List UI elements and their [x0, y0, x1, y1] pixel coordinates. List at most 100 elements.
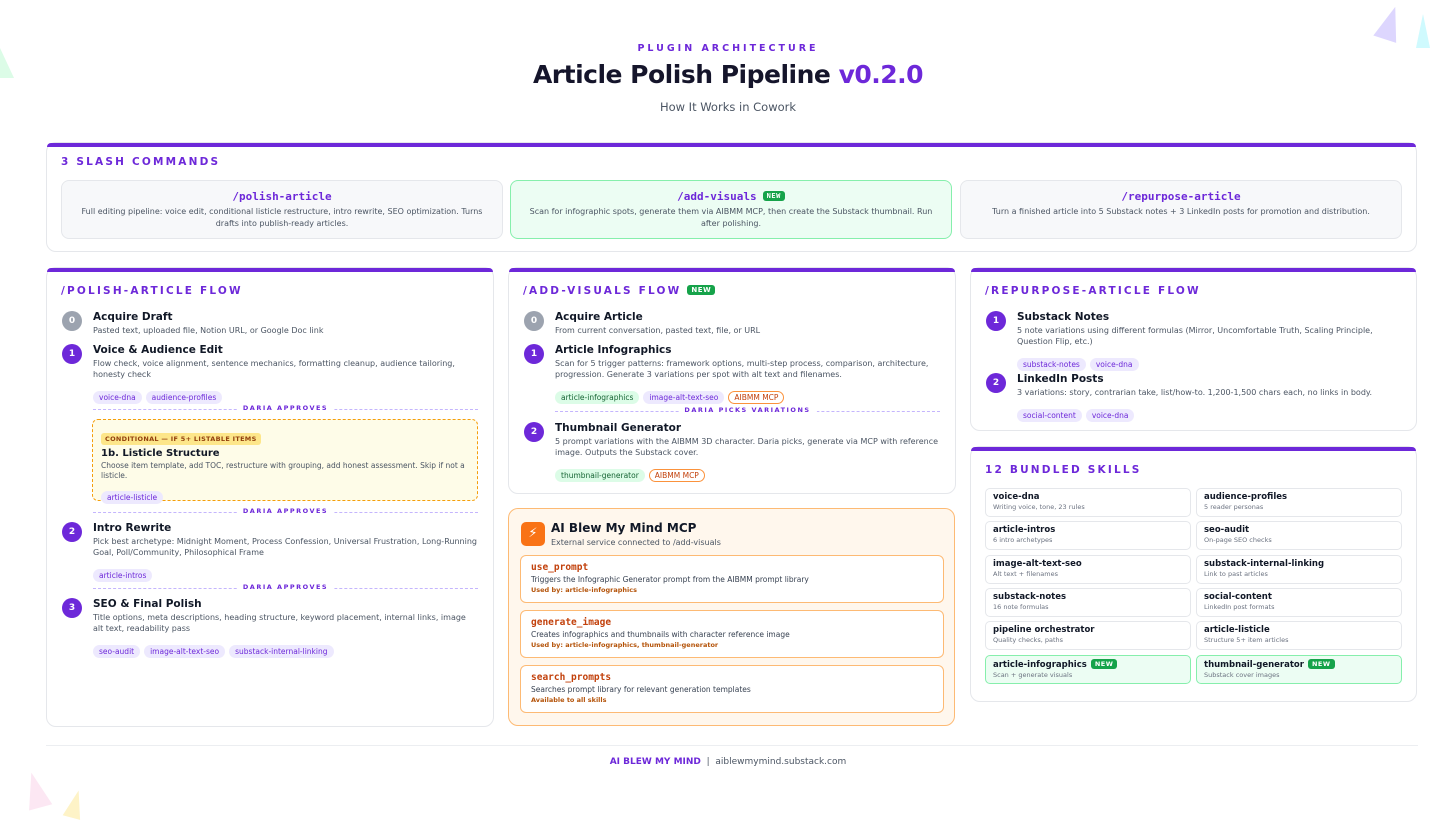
new-badge: NEW	[687, 285, 716, 295]
skill-desc: Alt text + filenames	[993, 570, 1058, 578]
tool-name: search_prompts	[531, 672, 612, 683]
skill-name: article-infographics	[993, 660, 1087, 670]
skill-desc: Link to past articles	[1204, 570, 1268, 578]
skill-card: audience-profiles 5 reader personas	[1196, 488, 1402, 517]
step-desc: 5 note variations using different formul…	[1017, 326, 1373, 346]
skill-name: pipeline orchestrator	[993, 625, 1095, 635]
step-desc: Pasted text, uploaded file, Notion URL, …	[93, 326, 324, 335]
skill-tag: image-alt-text-seo	[144, 645, 226, 658]
step-number: 2	[62, 522, 82, 542]
step-desc: 5 prompt variations with the AIBMM 3D ch…	[555, 437, 939, 457]
approval-divider: DARIA APPROVES	[93, 583, 478, 593]
skill-card: substack-notes 16 note formulas	[985, 588, 1191, 617]
approval-divider: DARIA APPROVES	[93, 507, 478, 517]
skill-tags: seo-audit image-alt-text-seo substack-inte…	[93, 639, 478, 658]
skill-desc: 5 reader personas	[1204, 503, 1264, 511]
conditional-badge: CONDITIONAL — IF 5+ LISTABLE ITEMS	[101, 433, 261, 445]
skill-tag: voice-dna	[93, 391, 142, 404]
mcp-tool: use_prompt Triggers the Infographic Gene…	[520, 555, 944, 603]
mcp-title: AI Blew My Mind MCP	[551, 521, 697, 535]
step-number: 2	[524, 422, 544, 442]
decorative-triangle	[1373, 3, 1407, 43]
page-subtitle: How It Works in Cowork	[659, 100, 797, 114]
skill-card: article-intros 6 intro archetypes	[985, 521, 1191, 550]
step-desc: Scan for 5 trigger patterns: framework o…	[555, 359, 929, 379]
skill-card: social-content LinkedIn post formats	[1196, 588, 1402, 617]
skill-name: image-alt-text-seo	[993, 559, 1082, 569]
step-title: Intro Rewrite	[93, 522, 172, 534]
skill-tag: thumbnail-generator	[555, 469, 645, 482]
mcp-subtitle: External service connected to /add-visua…	[551, 538, 721, 547]
step-desc: Title options, meta descriptions, headin…	[93, 613, 466, 633]
mcp-tool: search_prompts Searches prompt library f…	[520, 665, 944, 713]
step-number: 1	[524, 344, 544, 364]
skill-tag: article-listicle	[101, 491, 164, 504]
conditional-step: CONDITIONAL — IF 5+ LISTABLE ITEMS 1b. L…	[92, 419, 478, 504]
step-title: Thumbnail Generator	[555, 422, 681, 434]
step-title: Substack Notes	[1017, 311, 1110, 323]
skill-card: thumbnail-generator NEW Substack cover ima…	[1196, 655, 1402, 684]
skill-desc: Structure 5+ item articles	[1204, 636, 1289, 644]
panel-accent-bar	[509, 268, 955, 272]
divider-label: DARIA PICKS VARIATIONS	[678, 406, 817, 414]
step-title: 1b. Listicle Structure	[101, 448, 220, 459]
step-number: 1	[62, 344, 82, 364]
skill-tag: image-alt-text-seo	[643, 391, 725, 404]
mcp-panel: ⚡ AI Blew My Mind MCP External service c…	[508, 508, 955, 726]
decorative-triangle	[62, 788, 88, 820]
step-number: 0	[62, 311, 82, 331]
footer-separator: |	[706, 757, 710, 767]
skill-tag: voice-dna	[1085, 409, 1135, 422]
step-title: LinkedIn Posts	[1017, 373, 1104, 385]
tool-desc: Searches prompt library for relevant gen…	[531, 685, 751, 694]
divider-label: DARIA APPROVES	[236, 507, 335, 515]
tool-name: generate_image	[531, 617, 612, 628]
mcp-tag: AIBMM MCP	[728, 391, 785, 404]
mcp-tag: AIBMM MCP	[648, 469, 705, 482]
section-title: 3 SLASH COMMANDS	[61, 156, 221, 168]
skill-tags: social-content voice-dna	[1017, 403, 1402, 422]
tool-desc: Triggers the Infographic Generator promp…	[531, 575, 809, 584]
step-desc: Pick best archetype: Midnight Moment, Pr…	[93, 537, 477, 557]
footer-divider	[46, 745, 1418, 746]
approval-divider: DARIA APPROVES	[93, 404, 478, 414]
step-title: Acquire Draft	[93, 311, 173, 323]
skill-tag: voice-dna	[1089, 358, 1139, 371]
tool-used-by: Available to all skills	[531, 696, 607, 704]
tool-desc: Creates infographics and thumbnails with…	[531, 630, 790, 639]
skill-desc: Writing voice, tone, 23 rules	[993, 503, 1085, 511]
skill-tags: voice-dna audience-profiles	[93, 385, 478, 404]
new-badge: NEW	[762, 191, 785, 201]
skill-tag: seo-audit	[93, 645, 141, 658]
step-body: LinkedIn Posts 3 variations: story, cont…	[1017, 373, 1402, 422]
step-number: 3	[62, 598, 82, 618]
command-desc: Full editing pipeline: voice edit, condi…	[81, 207, 483, 228]
step-desc: 3 variations: story, contrarian take, li…	[1017, 388, 1373, 397]
skill-tag: article-infographics	[555, 391, 640, 404]
step-desc: From current conversation, pasted text, …	[555, 326, 761, 335]
skill-card: article-infographics NEW Scan + generate v…	[985, 655, 1191, 684]
footer-link[interactable]: aiblewmymind.substack.com	[715, 757, 846, 767]
skill-tag: substack-notes	[1017, 358, 1086, 371]
skill-name: thumbnail-generator	[1204, 660, 1304, 670]
step-body: Thumbnail Generator 5 prompt variations …	[555, 422, 940, 482]
skill-tag: audience-profiles	[145, 391, 223, 404]
step-title: Article Infographics	[555, 344, 672, 356]
skill-card: pipeline orchestrator Quality checks, pat…	[985, 621, 1191, 650]
eyebrow: PLUGIN ARCHITECTURE	[637, 43, 819, 54]
step-number: 1	[986, 311, 1006, 331]
command-card-repurpose: /repurpose-article Turn a finished artic…	[960, 180, 1402, 239]
step-body: Acquire Article From current conversatio…	[555, 311, 940, 336]
mcp-tool: generate_image Creates infographics and …	[520, 610, 944, 658]
step-title: SEO & Final Polish	[93, 598, 202, 610]
version-label: v0.2.0	[838, 60, 924, 89]
skill-card: seo-audit On-page SEO checks	[1196, 521, 1402, 550]
step-desc: Choose item template, add TOC, restructu…	[101, 461, 465, 480]
footer-brand: AI BLEW MY MIND	[609, 757, 701, 767]
picks-divider: DARIA PICKS VARIATIONS	[555, 406, 940, 416]
panel-accent-bar	[47, 268, 493, 272]
step-body: Acquire Draft Pasted text, uploaded file…	[93, 311, 478, 336]
step-body: Substack Notes 5 note variations using d…	[1017, 311, 1402, 371]
section-title: /REPURPOSE-ARTICLE FLOW	[985, 285, 1201, 297]
command-name: /repurpose-article	[1121, 190, 1241, 203]
